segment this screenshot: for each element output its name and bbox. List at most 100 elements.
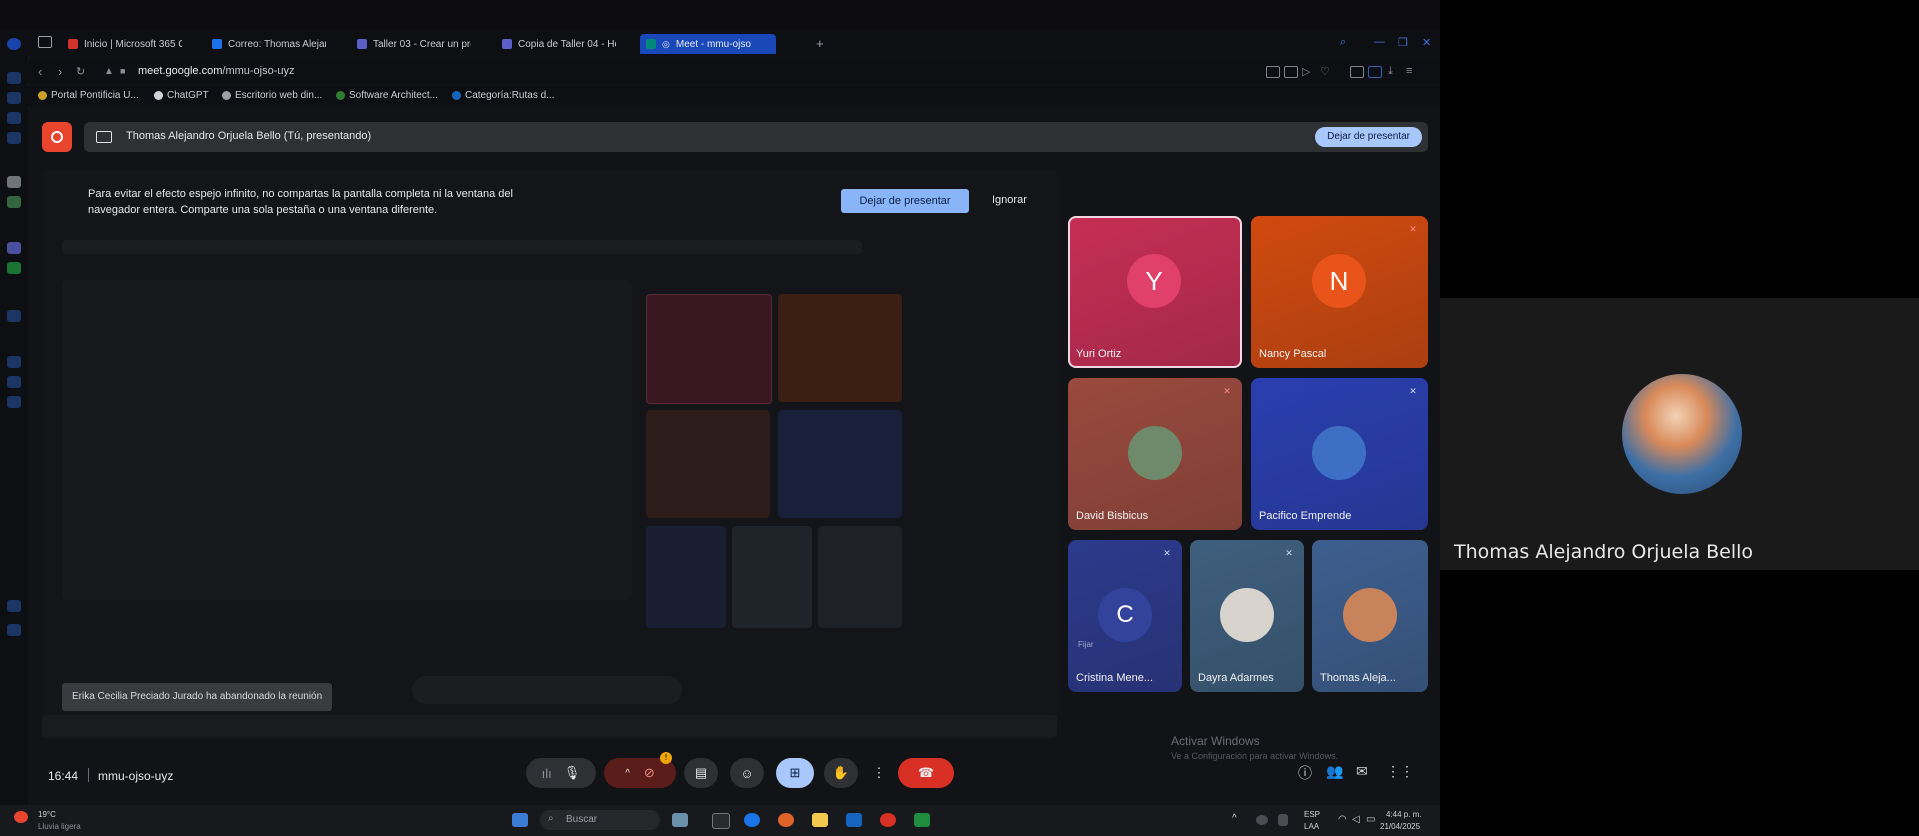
mirror-tile (778, 410, 902, 518)
tracking-icon[interactable]: ▲ (104, 66, 114, 77)
sidebar-app-icon[interactable] (7, 262, 21, 274)
sidebar-app-icon[interactable] (7, 72, 21, 84)
wifi-icon[interactable]: ◠ (1338, 814, 1347, 825)
participant-tile[interactable]: Thomas Aleja... (1312, 540, 1428, 692)
participant-tile[interactable]: Y Yuri Ortiz (1068, 216, 1242, 368)
sidebar-app-icon[interactable] (7, 242, 21, 254)
chrome-icon[interactable] (778, 813, 794, 827)
search-tabs-icon[interactable]: ⌕ (1340, 36, 1346, 49)
sidebar-app-icon[interactable] (7, 132, 21, 144)
sidebar-app-icon[interactable] (7, 376, 21, 388)
task-view-icon[interactable] (712, 813, 730, 829)
language[interactable]: ESP (1304, 810, 1320, 819)
tray-chevron-icon[interactable]: ^ (1232, 813, 1237, 824)
present-icon: ⊞ (789, 765, 801, 780)
warning-ignore-button[interactable]: Ignorar (992, 194, 1027, 206)
raise-hand-button[interactable]: ✋ (824, 758, 858, 788)
leave-call-button[interactable]: ☎ (898, 758, 954, 788)
weather-text: Lluvia ligera (38, 822, 81, 831)
new-tab-icon[interactable]: + (816, 36, 824, 51)
reload-icon[interactable]: ↻ (76, 65, 85, 78)
sidebar-app-icon[interactable] (7, 356, 21, 368)
onedrive-icon[interactable] (1256, 815, 1268, 825)
participant-tile[interactable]: ✕ Pacifico Emprende (1251, 378, 1428, 530)
participant-tile[interactable]: ✕ N Nancy Pascal (1251, 216, 1428, 368)
sidebar-app-icon[interactable] (7, 176, 21, 188)
recording-button[interactable] (42, 122, 72, 152)
stop-presenting-button[interactable]: Dejar de presentar (1315, 127, 1422, 147)
back-icon[interactable]: ‹ (38, 64, 42, 79)
camera-button[interactable]: ^ ⊘ ! (604, 752, 676, 788)
bookmark-item[interactable]: Escritorio web din... (222, 90, 322, 101)
file-explorer-icon[interactable] (812, 813, 828, 827)
mic-tray-icon[interactable] (1278, 814, 1288, 826)
taskbar-search[interactable]: ⌕ Buscar (540, 810, 660, 830)
chat-icon[interactable]: ✉ (1356, 763, 1368, 780)
start-icon[interactable] (512, 813, 528, 827)
weather-icon[interactable] (14, 811, 28, 823)
bookmark-icon (336, 91, 345, 100)
captions-icon: ▤ (694, 765, 708, 780)
sidebar-app-icon[interactable] (7, 396, 21, 408)
heart-icon[interactable]: ♡ (1320, 65, 1330, 78)
sidebar-app-icon[interactable] (7, 196, 21, 208)
bookmark-icon (38, 91, 47, 100)
bookmark-item[interactable]: Categoría:Rutas d... (452, 90, 555, 101)
participant-name: Thomas Aleja... (1320, 672, 1396, 684)
meeting-info-icon[interactable]: ⓘ (1298, 763, 1312, 783)
sidebar-app-icon[interactable] (7, 112, 21, 124)
activities-icon[interactable]: ⋮⋮ (1386, 763, 1414, 780)
tab-overview-icon[interactable] (38, 36, 52, 48)
avatar-initial: N (1329, 265, 1349, 296)
toolbar-icon[interactable] (1266, 66, 1280, 78)
participant-tile[interactable]: ✕ David Bisbicus (1068, 378, 1242, 530)
keyboard-layout[interactable]: LAA (1304, 822, 1319, 831)
tab-microsoft-365[interactable]: Inicio | Microsoft 365 Cop (62, 34, 182, 54)
sidebar-app-icon[interactable] (7, 310, 21, 322)
minimize-icon[interactable]: — (1374, 36, 1385, 48)
sidebar-settings-icon[interactable] (7, 600, 21, 612)
mirror-tile (646, 410, 770, 518)
menu-icon[interactable]: ≡ (1406, 65, 1412, 77)
microphone-button[interactable]: ılı 🎙 (526, 758, 596, 788)
excel-icon[interactable] (914, 813, 930, 827)
bookmark-item[interactable]: ChatGPT (154, 90, 209, 101)
microsoft-365-icon (68, 39, 78, 49)
lock-icon[interactable]: ■ (120, 66, 125, 76)
play-icon[interactable]: ▷ (1302, 65, 1310, 78)
battery-icon[interactable]: ▭ (1366, 814, 1375, 825)
more-options-button[interactable]: ⋮ (868, 758, 890, 788)
captions-button[interactable]: ▤ (684, 758, 718, 788)
people-icon[interactable]: 👥 (1326, 763, 1343, 780)
volume-icon[interactable]: ◁ (1352, 814, 1360, 825)
sidebar-app-icon[interactable] (7, 92, 21, 104)
maximize-icon[interactable]: ❐ (1398, 36, 1408, 49)
participant-tile[interactable]: ✕ C Fijar Cristina Mene... (1068, 540, 1182, 692)
close-window-icon[interactable]: ✕ (1422, 36, 1431, 49)
widgets-icon[interactable] (672, 813, 688, 827)
account-icon[interactable] (1368, 66, 1382, 78)
present-button[interactable]: ⊞ (776, 758, 814, 788)
edge-icon[interactable] (744, 813, 760, 827)
pin-tag[interactable]: Fijar (1078, 640, 1094, 649)
clock-date[interactable]: 21/04/2025 (1380, 822, 1420, 831)
opera-icon[interactable] (880, 813, 896, 827)
download-icon[interactable]: ⤓ (1388, 65, 1393, 78)
tab-taller-03[interactable]: Taller 03 - Crear un pres (351, 34, 471, 54)
tab-meet[interactable]: ◎ Meet - mmu-ojso (640, 34, 776, 54)
tab-taller-04[interactable]: Copia de Taller 04 - Herr (496, 34, 616, 54)
bookmark-item[interactable]: Portal Pontificia U... (38, 90, 139, 101)
store-icon[interactable] (846, 813, 862, 827)
url-field[interactable]: meet.google.com/mmu-ojso-uyz (138, 65, 295, 77)
camera-icon[interactable] (1284, 66, 1298, 78)
clock-time[interactable]: 4:44 p. m. (1386, 810, 1422, 819)
sidebar-more-icon[interactable] (7, 624, 21, 636)
bookmark-item[interactable]: Software Architect... (336, 90, 438, 101)
forward-icon[interactable]: › (58, 64, 62, 79)
warning-stop-presenting-button[interactable]: Dejar de presentar (841, 189, 969, 213)
extensions-icon[interactable] (1350, 66, 1364, 78)
browser-logo-icon[interactable] (7, 38, 21, 50)
tab-outlook[interactable]: Correo: Thomas Alejandr (206, 34, 326, 54)
reactions-button[interactable]: ☺ (730, 758, 764, 788)
participant-tile[interactable]: ✕ Dayra Adarmes (1190, 540, 1304, 692)
